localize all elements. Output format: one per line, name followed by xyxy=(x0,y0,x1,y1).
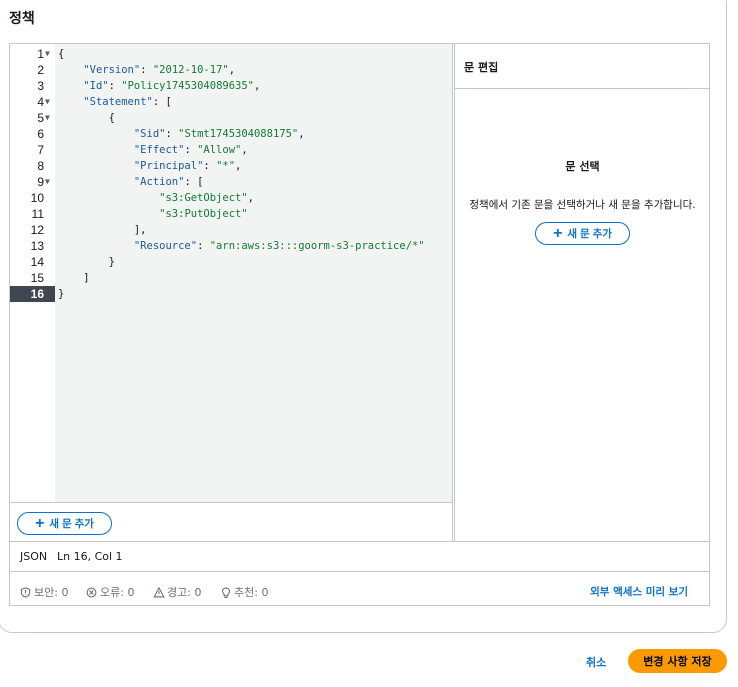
code-text: { xyxy=(58,48,65,60)
chevron-down-icon[interactable]: ▼ xyxy=(45,174,50,190)
line-number: 11 xyxy=(31,207,44,221)
chevron-down-icon[interactable]: ▼ xyxy=(45,110,50,126)
editor-mode: JSON xyxy=(20,550,48,563)
code-line[interactable]: 11 "s3:PutObject" xyxy=(10,206,452,222)
editor-status-bar: JSON Ln 16, Col 1 xyxy=(10,541,709,571)
line-number: 13 xyxy=(30,239,44,253)
line-number: 9 xyxy=(37,175,44,189)
error-count-label: 오류: 0 xyxy=(100,586,135,599)
code-line[interactable]: 14 } xyxy=(10,254,452,270)
plus-icon: + xyxy=(553,224,563,242)
code-text: "Id": "Policy1745304089635", xyxy=(83,80,261,92)
code-text: "Statement": [ xyxy=(83,96,172,108)
code-line[interactable]: 13 "Resource": "arn:aws:s3:::goorm-s3-pr… xyxy=(10,238,452,254)
code-line[interactable]: 2 "Version": "2012-10-17", xyxy=(10,62,452,78)
code-line[interactable]: 16} xyxy=(10,286,452,302)
code-text: ] xyxy=(58,272,90,284)
statement-panel-header: 문 편집 xyxy=(455,44,710,89)
line-number: 4 xyxy=(37,95,44,109)
line-number: 8 xyxy=(37,159,44,173)
code-text: "Sid": "Stmt1745304088175", xyxy=(133,128,305,140)
active-line-highlight: 16 xyxy=(10,286,55,302)
security-count-label: 보안: 0 xyxy=(34,586,69,599)
code-text: "s3:GetObject", xyxy=(159,192,254,204)
code-line[interactable]: 7 "Effect": "Allow", xyxy=(10,142,452,158)
security-count[interactable]: 보안: 0 xyxy=(20,584,68,600)
code-text: "s3:PutObject" xyxy=(159,208,248,220)
line-number: 15 xyxy=(30,271,44,285)
code-text: "Resource": "arn:aws:s3:::goorm-s3-pract… xyxy=(133,240,425,252)
policy-editor: 1 ▼{2 "Version": "2012-10-17", 3 "Id": "Po… xyxy=(9,43,710,606)
add-statement-button[interactable]: + 새 문 추가 xyxy=(17,512,112,535)
select-statement-title: 문 선택 xyxy=(565,160,600,173)
editor-footer: + 새 문 추가 xyxy=(10,502,453,541)
code-line[interactable]: 12 ], xyxy=(10,222,452,238)
save-changes-button[interactable]: 변경 사항 저장 xyxy=(628,649,727,673)
code-text: ], xyxy=(58,224,147,236)
code-text: } xyxy=(58,256,115,268)
line-number: 12 xyxy=(30,223,44,237)
shield-icon xyxy=(20,586,31,598)
validation-bar: 보안: 0 오류: 0 경고: 0 추천: 0 외부 액세스 미리 보기 xyxy=(10,571,709,605)
code-line[interactable]: 6 "Sid": "Stmt1745304088175", xyxy=(10,126,452,142)
line-number: 2 xyxy=(37,63,44,77)
line-number: 1 xyxy=(37,47,44,61)
code-line[interactable]: 10 "s3:GetObject", xyxy=(10,190,452,206)
code-text: { xyxy=(58,112,115,124)
code-text: "Principal": "*", xyxy=(133,160,242,172)
code-text: } xyxy=(58,288,65,300)
plus-icon: + xyxy=(35,514,45,532)
warning-count-label: 경고: 0 xyxy=(167,586,202,599)
error-count[interactable]: 오류: 0 xyxy=(86,584,134,600)
statement-panel: 문 편집 문 선택 정책에서 기존 문을 선택하거나 새 문을 추가합니다. +… xyxy=(454,44,710,541)
suggestion-count-label: 추천: 0 xyxy=(234,586,269,599)
code-line[interactable]: 15 ] xyxy=(10,270,452,286)
suggestion-count[interactable]: 추천: 0 xyxy=(220,584,268,600)
code-line[interactable]: 9 ▼ "Action": [ xyxy=(10,174,452,190)
line-number: 6 xyxy=(37,127,44,141)
external-access-preview-link[interactable]: 외부 액세스 미리 보기 xyxy=(590,584,688,599)
chevron-down-icon[interactable]: ▼ xyxy=(45,46,50,62)
cancel-button[interactable]: 취소 xyxy=(586,654,606,670)
warning-triangle-icon xyxy=(153,586,165,598)
code-text: "Version": "2012-10-17", xyxy=(83,64,236,76)
code-editor[interactable]: 1 ▼{2 "Version": "2012-10-17", 3 "Id": "Po… xyxy=(10,44,453,502)
add-statement-label: 새 문 추가 xyxy=(49,518,94,530)
chevron-down-icon[interactable]: ▼ xyxy=(45,94,50,110)
cursor-position: Ln 16, Col 1 xyxy=(57,550,123,563)
line-number: 14 xyxy=(30,255,44,269)
lightbulb-icon xyxy=(220,586,231,598)
code-line[interactable]: 3 "Id": "Policy1745304089635", xyxy=(10,78,452,94)
code-line[interactable]: 8 "Principal": "*", xyxy=(10,158,452,174)
error-circle-icon xyxy=(86,587,97,598)
select-statement-description: 정책에서 기존 문을 선택하거나 새 문을 추가합니다. xyxy=(469,199,696,211)
page-title: 정책 xyxy=(9,11,35,27)
code-text: "Effect": "Allow", xyxy=(133,144,248,156)
panel-add-statement-button[interactable]: + 새 문 추가 xyxy=(535,222,630,245)
line-number: 7 xyxy=(37,143,44,157)
code-text: "Action": [ xyxy=(133,176,204,188)
statement-panel-title: 문 편집 xyxy=(464,61,499,74)
code-line[interactable]: 5 ▼ { xyxy=(10,110,452,126)
line-number: 3 xyxy=(37,79,44,93)
line-number: 5 xyxy=(37,111,44,125)
line-number: 10 xyxy=(30,191,44,205)
panel-add-statement-label: 새 문 추가 xyxy=(567,228,612,240)
code-line[interactable]: 4 ▼ "Statement": [ xyxy=(10,94,452,110)
code-line[interactable]: 1 ▼ { xyxy=(10,46,452,62)
warning-count[interactable]: 경고: 0 xyxy=(153,584,201,600)
line-number: 16 xyxy=(30,287,44,301)
resize-handle[interactable] xyxy=(452,286,453,300)
